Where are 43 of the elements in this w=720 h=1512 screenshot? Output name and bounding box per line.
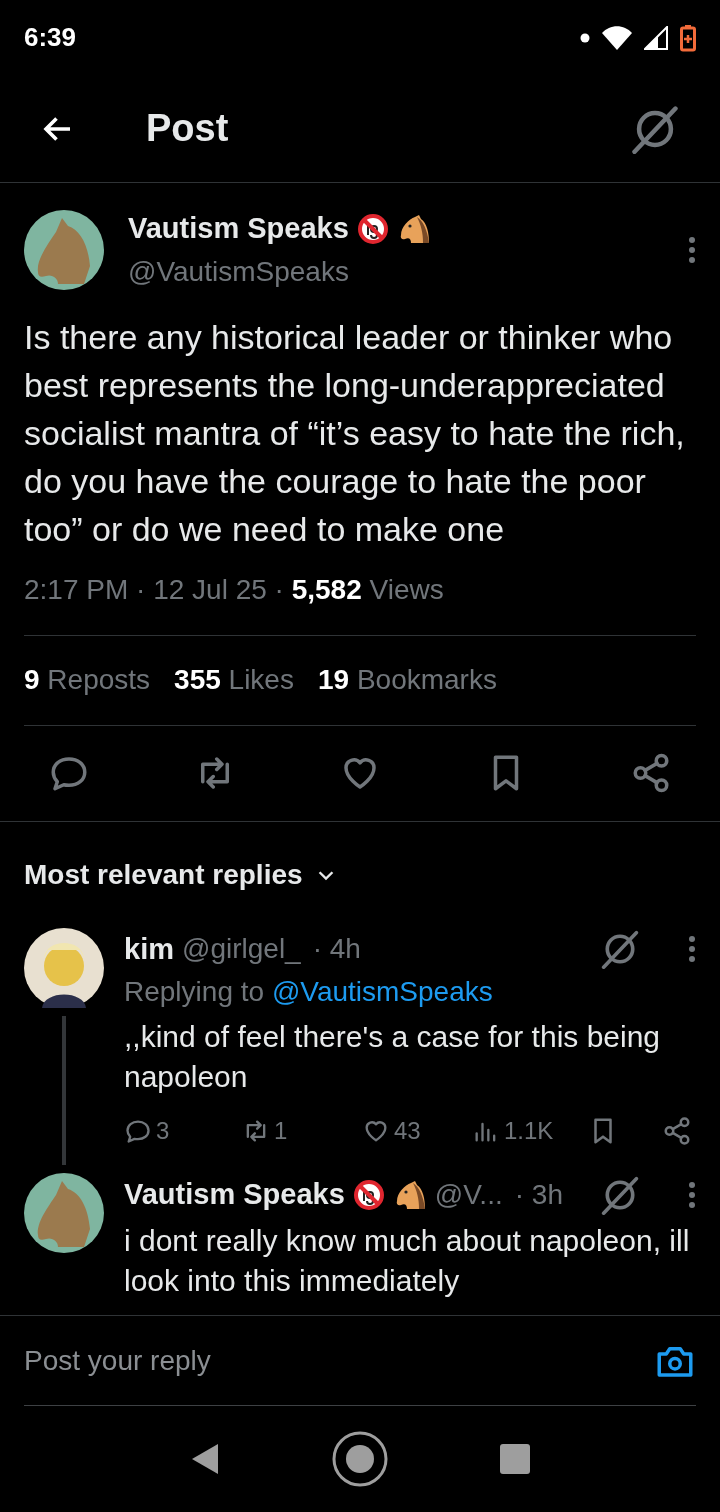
replying-to: Replying to @VautismSpeaks bbox=[124, 975, 494, 1009]
count: 1.1K bbox=[504, 1116, 554, 1146]
author-name[interactable]: Vautism Speaks bbox=[128, 207, 349, 251]
more-icon[interactable] bbox=[688, 235, 696, 264]
reply-time: · 4h bbox=[312, 932, 361, 967]
reply-author-name[interactable]: Vautism Speaks bbox=[124, 1173, 345, 1217]
reply-handle[interactable]: @V... bbox=[434, 1173, 503, 1216]
stat-link[interactable]: 19 Bookmarks bbox=[317, 659, 497, 701]
more-icon[interactable] bbox=[688, 1180, 696, 1209]
battery-icon bbox=[680, 23, 696, 52]
mention-link[interactable]: @VautismSpeaks bbox=[271, 976, 493, 1007]
reply-author-name[interactable]: kim bbox=[124, 927, 174, 971]
stat-link[interactable]: 9 Reposts bbox=[24, 659, 151, 701]
reply-text: ,,kind of feel there's a case for this being napoleon bbox=[124, 1019, 662, 1095]
avatar[interactable] bbox=[24, 209, 104, 290]
stat-link[interactable]: 355 Likes bbox=[174, 659, 294, 701]
reply-text: i dont really know much about napoleon, ill look into this immediately bbox=[124, 1222, 691, 1299]
avatar[interactable] bbox=[24, 1173, 104, 1253]
post-meta: 2:17 PM · 12 Jul 25 · 5,582 Views bbox=[24, 572, 445, 607]
count: 43 bbox=[394, 1116, 421, 1146]
slashed-circle-icon[interactable] bbox=[600, 929, 640, 970]
count: 3 bbox=[156, 1116, 170, 1146]
more-icon[interactable] bbox=[688, 935, 696, 964]
signal-icon bbox=[644, 25, 668, 50]
author-handle[interactable]: @VautismSpeaks bbox=[128, 250, 688, 293]
nav-back-icon[interactable] bbox=[190, 1442, 220, 1476]
slashed-circle-icon[interactable] bbox=[600, 1174, 640, 1215]
page-title: Post bbox=[146, 106, 230, 151]
wifi-icon bbox=[602, 25, 632, 50]
slashed-circle-icon[interactable] bbox=[630, 103, 680, 154]
share-icon[interactable] bbox=[662, 1116, 692, 1146]
reply-time: · 3h bbox=[514, 1177, 563, 1212]
notification-dot-icon bbox=[580, 32, 590, 43]
count: 1 bbox=[274, 1116, 288, 1146]
reply-handle[interactable]: @girlgel_ bbox=[182, 928, 301, 971]
reply-input[interactable]: Post your reply bbox=[24, 1339, 654, 1382]
avatar[interactable] bbox=[24, 927, 104, 1008]
no-under-18-icon bbox=[352, 1178, 385, 1211]
nav-home-icon[interactable] bbox=[332, 1431, 388, 1487]
no-under-18-icon bbox=[356, 212, 389, 245]
replies-sort[interactable]: Most relevant replies bbox=[24, 853, 303, 896]
status-time: 6:39 bbox=[24, 21, 77, 54]
post-text: Is there any historical leader or thinker who best represents the long-underappreciated socialist mantra of “it’s easy to hate the rich, do you have the courage to hate the poor too” or do we need to make one bbox=[24, 316, 686, 550]
